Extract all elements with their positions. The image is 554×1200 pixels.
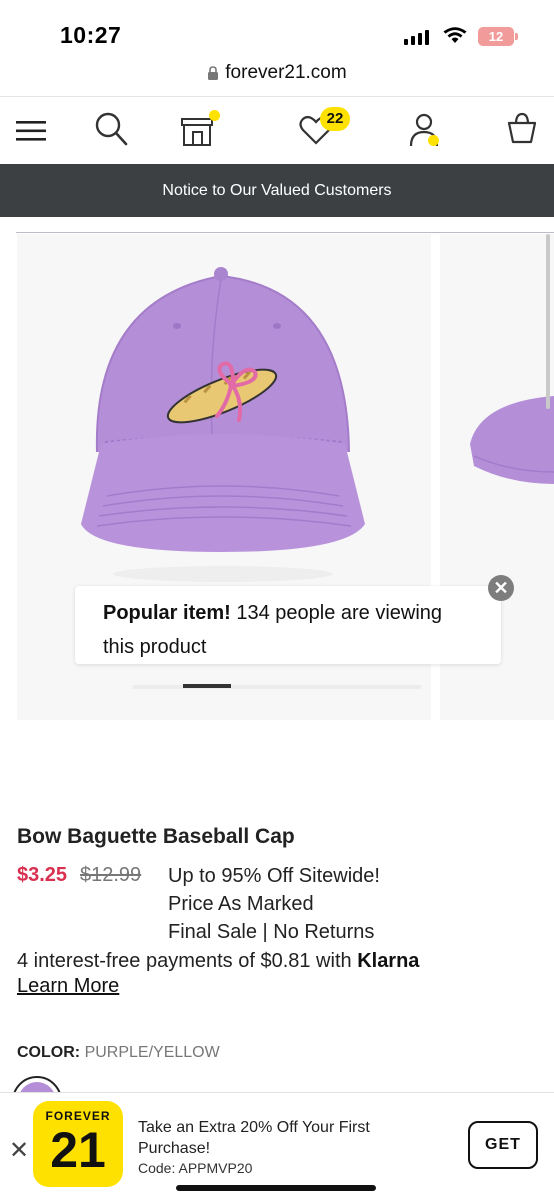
divider bbox=[16, 232, 554, 233]
popup-close-button[interactable]: ✕ bbox=[488, 575, 514, 601]
home-indicator[interactable] bbox=[176, 1185, 376, 1191]
sale-price: $3.25 bbox=[17, 864, 68, 886]
klarna-installments: 4 interest-free payments of $0.81 with K… bbox=[17, 950, 419, 973]
promo-line: Price As Marked bbox=[168, 893, 314, 915]
promo-line: Final Sale | No Returns bbox=[168, 921, 375, 943]
color-value: PURPLE/YELLOW bbox=[84, 1044, 220, 1061]
color-selection-label: COLOR: PURPLE/YELLOW bbox=[17, 1044, 220, 1062]
url-text: forever21.com bbox=[225, 62, 347, 83]
banner-close-icon[interactable]: ✕ bbox=[9, 1136, 29, 1165]
get-app-button[interactable]: GET bbox=[468, 1121, 538, 1169]
wifi-icon bbox=[443, 27, 467, 43]
product-title: Bow Baguette Baseball Cap bbox=[17, 825, 295, 848]
gallery-pager-track bbox=[133, 685, 421, 689]
battery-tip bbox=[515, 33, 518, 40]
klarna-text: 4 interest-free payments of $0.81 with bbox=[17, 950, 358, 972]
status-time: 10:27 bbox=[60, 22, 122, 48]
menu-icon[interactable] bbox=[16, 120, 46, 142]
cellular-signal-icon bbox=[404, 30, 429, 45]
promo-line: Up to 95% Off Sitewide! bbox=[168, 865, 380, 887]
battery-icon: 12 bbox=[478, 27, 514, 46]
url-bar[interactable]: forever21.com bbox=[0, 60, 554, 86]
original-price: $12.99 bbox=[80, 864, 142, 886]
banner-offer-text: Take an Extra 20% Off Your First Purchas… bbox=[138, 1119, 370, 1157]
store-badge-dot bbox=[209, 110, 220, 121]
color-label: COLOR: bbox=[17, 1044, 81, 1061]
site-header: 22 bbox=[0, 96, 554, 164]
notice-banner[interactable]: Notice to Our Valued Customers bbox=[0, 164, 554, 217]
account-badge-dot bbox=[428, 135, 439, 146]
banner-promo-code: Code: APPMVP20 bbox=[138, 1160, 253, 1176]
favorites-count-badge: 22 bbox=[320, 107, 350, 131]
forever21-app-icon: FOREVER 21 bbox=[33, 1101, 123, 1187]
lock-icon bbox=[208, 65, 219, 80]
gallery-pager-active bbox=[183, 684, 231, 688]
popup-bold-text: Popular item! bbox=[103, 602, 231, 624]
page-scrollbar[interactable] bbox=[546, 234, 550, 409]
app-icon-number: 21 bbox=[50, 1122, 106, 1178]
shopping-bag-icon[interactable] bbox=[506, 112, 538, 144]
search-icon[interactable] bbox=[94, 111, 128, 147]
klarna-logo: Klarna bbox=[357, 950, 420, 972]
learn-more-link[interactable]: Learn More bbox=[17, 975, 119, 998]
status-bar: 10:27 12 bbox=[0, 0, 554, 58]
promo-text: Up to 95% Off Sitewide! Price As Marked … bbox=[168, 862, 380, 946]
popular-item-popup: Popular item! 134 people are viewing thi… bbox=[75, 586, 501, 664]
